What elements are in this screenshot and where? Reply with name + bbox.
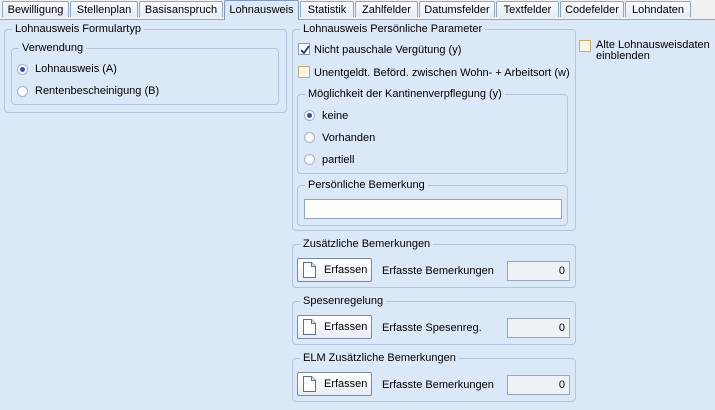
- unentgeldt-checkbox[interactable]: [298, 66, 310, 78]
- zusaetzliche-group: Zusätzliche Bemerkungen Erfassen Erfasst…: [292, 237, 576, 288]
- elm-count-label: Erfasste Bemerkungen: [382, 379, 494, 391]
- zusaetzliche-erfassen-label: Erfassen: [324, 264, 368, 276]
- elm-group: ELM Zusätzliche Bemerkungen Erfassen Erf…: [292, 351, 576, 402]
- radio-rentenbescheinigung-b-label[interactable]: Rentenbescheinigung (B): [35, 84, 159, 98]
- formulartyp-title: Lohnausweis Formulartyp: [12, 22, 144, 36]
- radio-kantine-keine[interactable]: [304, 110, 315, 121]
- radio-kantine-vorhanden[interactable]: [304, 132, 315, 143]
- radio-kantine-vorhanden-label[interactable]: Vorhanden: [322, 131, 375, 145]
- spesen-erfassen-label: Erfassen: [324, 321, 368, 333]
- nicht-pauschale-label[interactable]: Nicht pauschale Vergütung (y): [314, 43, 461, 57]
- bemerkung-input[interactable]: [304, 199, 562, 219]
- radio-kantine-partiell[interactable]: [304, 154, 315, 165]
- tab-codefelder[interactable]: Codefelder: [560, 1, 624, 17]
- tab-statistik[interactable]: Statistik: [300, 1, 354, 17]
- spesen-group: Spesenregelung Erfassen Erfasste Spesenr…: [292, 294, 576, 345]
- tab-datumsfelder[interactable]: Datumsfelder: [419, 1, 495, 17]
- spesen-title: Spesenregelung: [300, 294, 387, 308]
- bemerkung-group: Persönliche Bemerkung: [297, 178, 568, 226]
- radio-rentenbescheinigung-b[interactable]: [17, 86, 28, 97]
- elm-title: ELM Zusätzliche Bemerkungen: [300, 351, 459, 365]
- kantine-group: Möglichkeit der Kantinenverpflegung (y) …: [297, 87, 568, 174]
- tab-lohnausweis[interactable]: Lohnausweis: [224, 0, 299, 20]
- tab-lohndaten[interactable]: Lohndaten: [625, 1, 691, 17]
- document-icon: [303, 319, 316, 335]
- alte-lohnausweisdaten-checkbox[interactable]: [579, 40, 591, 52]
- radio-kantine-keine-label[interactable]: keine: [322, 109, 348, 123]
- formulartyp-group: Lohnausweis Formulartyp Verwendung Lohna…: [4, 22, 287, 113]
- parameter-title: Lohnausweis Persönliche Parameter: [300, 22, 486, 36]
- alte-lohnausweisdaten-label-2[interactable]: einblenden: [596, 49, 650, 63]
- parameter-group: Lohnausweis Persönliche Parameter Nicht …: [292, 22, 576, 231]
- radio-kantine-partiell-label[interactable]: partiell: [322, 153, 354, 167]
- unentgeldt-label[interactable]: Unentgeldt. Beförd. zwischen Wohn- + Arb…: [314, 66, 570, 80]
- spesen-erfassen-button[interactable]: Erfassen: [297, 315, 372, 339]
- zusaetzliche-count-label: Erfasste Bemerkungen: [382, 265, 494, 277]
- spesen-count-label: Erfasste Spesenreg.: [382, 322, 482, 334]
- tab-stellenplan[interactable]: Stellenplan: [70, 1, 138, 17]
- bemerkung-title: Persönliche Bemerkung: [305, 178, 428, 192]
- tab-strip: Bewilligung Stellenplan Basisanspruch Lo…: [0, 0, 715, 20]
- zusaetzliche-erfassen-button[interactable]: Erfassen: [297, 258, 372, 282]
- tab-textfelder[interactable]: Textfelder: [496, 1, 559, 17]
- elm-erfassen-button[interactable]: Erfassen: [297, 372, 372, 396]
- tab-basisanspruch[interactable]: Basisanspruch: [139, 1, 223, 17]
- spesen-count: 0: [507, 318, 570, 338]
- document-icon: [303, 376, 316, 392]
- zusaetzliche-count: 0: [507, 261, 570, 281]
- elm-erfassen-label: Erfassen: [324, 378, 368, 390]
- tab-zahlfelder[interactable]: Zahlfelder: [355, 1, 418, 17]
- kantine-title: Möglichkeit der Kantinenverpflegung (y): [305, 87, 505, 101]
- verwendung-title: Verwendung: [19, 41, 87, 55]
- zusaetzliche-title: Zusätzliche Bemerkungen: [300, 237, 434, 251]
- radio-lohnausweis-a-label[interactable]: Lohnausweis (A): [35, 62, 117, 76]
- document-icon: [303, 262, 316, 278]
- elm-count: 0: [507, 375, 570, 395]
- verwendung-group: Verwendung Lohnausweis (A) Rentenbeschei…: [11, 41, 279, 105]
- radio-lohnausweis-a[interactable]: [17, 64, 28, 75]
- tab-bewilligung[interactable]: Bewilligung: [2, 1, 69, 17]
- nicht-pauschale-checkbox[interactable]: [298, 43, 310, 55]
